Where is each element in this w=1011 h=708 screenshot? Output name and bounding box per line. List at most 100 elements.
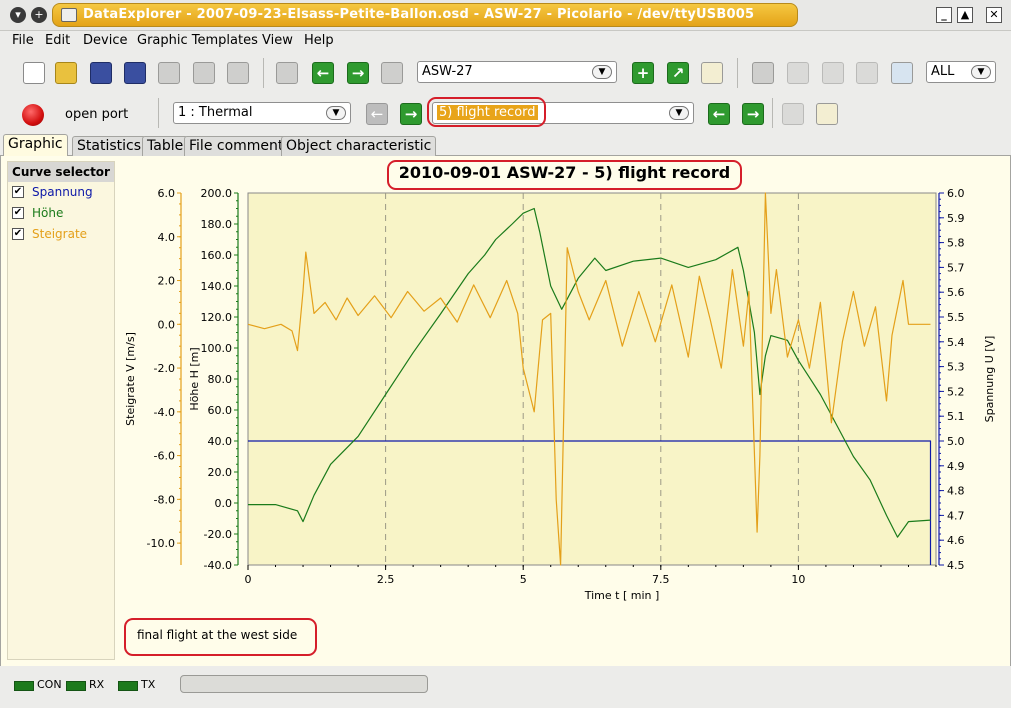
minimize-icon[interactable]: _ [936, 7, 952, 23]
device-settings-icon[interactable] [381, 62, 403, 84]
status-bar: CON RX TX [0, 668, 1011, 708]
y-tick-label: 0.0 [158, 318, 176, 331]
previous-record-icon[interactable]: ← [708, 103, 730, 125]
y-tick-label: 5.1 [947, 410, 965, 423]
previous-channel-icon[interactable]: ← [366, 103, 388, 125]
toolbar-separator [772, 98, 773, 128]
save-icon[interactable] [90, 62, 112, 84]
y-tick-label: 5.7 [947, 261, 965, 274]
window-sticky-icon[interactable]: + [31, 7, 47, 23]
delete-record-icon[interactable] [782, 103, 804, 125]
y-tick-label: 4.9 [947, 460, 965, 473]
curve-item-spannung[interactable]: ✔ Spannung [8, 182, 114, 203]
y-tick-label: 200.0 [201, 187, 233, 200]
y-tick-label: 4.6 [947, 534, 965, 547]
chart-grid [247, 192, 937, 566]
rx-indicator-icon [66, 681, 86, 691]
pan-icon[interactable] [787, 62, 809, 84]
menu-device[interactable]: Device [83, 33, 127, 48]
chart-title: 2010-09-01 ASW-27 - 5) flight record [398, 163, 731, 182]
edit-record-icon[interactable] [816, 103, 838, 125]
checkbox-icon[interactable]: ✔ [12, 228, 24, 240]
menu-edit[interactable]: Edit [45, 33, 70, 48]
maximize-icon[interactable]: ▲ [957, 7, 973, 23]
rx-label: RX [89, 678, 105, 691]
curve-item-steigrate[interactable]: ✔ Steigrate [8, 224, 114, 245]
y-tick-label: 5.9 [947, 212, 965, 225]
y-axis-label: Steigrate V [m/s] [124, 332, 137, 426]
y-axis-label: Spannung U [V] [983, 336, 996, 423]
open-file-icon[interactable] [55, 62, 77, 84]
flight-chart[interactable]: 0 2.5 5 7.5 10 Time t [ min ] 6.0 4.0 2.0 0.0 -2.0… [116, 156, 1006, 662]
checkbox-icon[interactable]: ✔ [12, 207, 24, 219]
y-tick-label: -8.0 [154, 493, 175, 506]
cut-start-icon[interactable] [822, 62, 844, 84]
tab-bar: Graphic Statistics Table File comment Ob… [0, 134, 1011, 157]
port-status-icon[interactable] [22, 104, 44, 126]
x-axis-label: Time t [ min ] [584, 589, 660, 602]
y-tick-label: -4.0 [154, 406, 175, 419]
device-combo-value: ASW-27 [422, 64, 473, 79]
curve-selector-title: Curve selector [8, 162, 114, 182]
open-port-label[interactable]: open port [65, 107, 128, 122]
y-tick-label: 5.2 [947, 385, 965, 398]
tab-file-comment[interactable]: File comment [184, 136, 289, 156]
zoom-icon[interactable] [752, 62, 774, 84]
curve-selector: Curve selector ✔ Spannung ✔ Höhe ✔ Steig… [7, 161, 115, 660]
y-tick-label: 6.0 [947, 187, 965, 200]
device-select-icon[interactable] [276, 62, 298, 84]
checkbox-icon[interactable]: ✔ [12, 186, 24, 198]
new-file-icon[interactable] [23, 62, 45, 84]
tab-graphic[interactable]: Graphic [3, 134, 68, 157]
x-tick-label: 0 [245, 573, 252, 586]
y-tick-label: -2.0 [154, 362, 175, 375]
edit-icon[interactable] [701, 62, 723, 84]
print-icon[interactable] [227, 62, 249, 84]
device-combo[interactable]: ASW-27 ▼ [417, 61, 617, 83]
curve-label: Steigrate [32, 227, 88, 241]
scope-combo[interactable]: ALL ▼ [926, 61, 996, 83]
channel-combo[interactable]: 1 : Thermal ▼ [173, 102, 351, 124]
add-channel-icon[interactable]: + [632, 62, 654, 84]
y-tick-label: -20.0 [204, 528, 232, 541]
save-as-icon[interactable] [124, 62, 146, 84]
fit-icon[interactable] [891, 62, 913, 84]
y-tick-label: 5.5 [947, 311, 965, 324]
tab-object-characteristic[interactable]: Object characteristic [281, 136, 437, 156]
export-icon[interactable]: ↗ [667, 62, 689, 84]
con-label: CON [37, 678, 62, 691]
y-tick-label: 100.0 [201, 342, 233, 355]
next-device-icon[interactable]: → [347, 62, 369, 84]
curve-label: Spannung [32, 185, 93, 199]
close-icon[interactable]: ✕ [986, 7, 1002, 23]
tab-table[interactable]: Table [142, 136, 189, 156]
curve-item-hoehe[interactable]: ✔ Höhe [8, 203, 114, 224]
y-tick-label: 140.0 [201, 280, 233, 293]
properties-icon[interactable] [158, 62, 180, 84]
copy-icon[interactable] [193, 62, 215, 84]
y-tick-label: 4.7 [947, 509, 965, 522]
y-tick-label: 4.8 [947, 485, 965, 498]
tab-statistics[interactable]: Statistics [72, 136, 146, 156]
next-record-icon[interactable]: → [742, 103, 764, 125]
y-tick-label: 6.0 [158, 187, 176, 200]
chevron-down-icon: ▼ [971, 65, 991, 79]
y-tick-label: -10.0 [147, 537, 175, 550]
menu-bar: File Edit Device Graphic Templates View … [0, 31, 1011, 51]
main-toolbar: ← → ASW-27 ▼ + ↗ ALL ▼ [0, 52, 1011, 94]
menu-graphic-templates[interactable]: Graphic Templates [137, 33, 258, 48]
y-tick-label: 5.3 [947, 361, 965, 374]
cut-end-icon[interactable] [856, 62, 878, 84]
window-menu-icon[interactable]: ▾ [10, 7, 26, 23]
menu-file[interactable]: File [12, 33, 34, 48]
x-tick-label: 7.5 [652, 573, 670, 586]
toolbar-separator [263, 58, 264, 88]
previous-device-icon[interactable]: ← [312, 62, 334, 84]
menu-help[interactable]: Help [304, 33, 334, 48]
y-tick-label: 60.0 [208, 404, 233, 417]
y-tick-label: -40.0 [204, 559, 232, 572]
next-channel-icon[interactable]: → [400, 103, 422, 125]
graphic-panel: Curve selector ✔ Spannung ✔ Höhe ✔ Steig… [0, 156, 1011, 666]
y-tick-label: 40.0 [208, 435, 233, 448]
menu-view[interactable]: View [262, 33, 293, 48]
